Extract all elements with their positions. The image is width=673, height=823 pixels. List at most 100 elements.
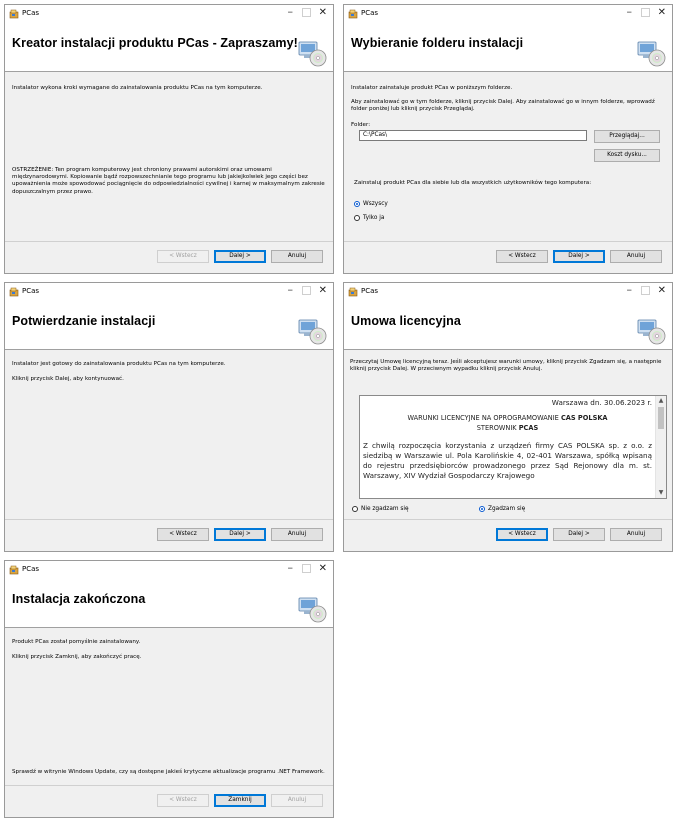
back-button[interactable]: < Wstecz bbox=[496, 250, 548, 263]
ready-text: Instalator jest gotowy do zainstalowania… bbox=[12, 361, 226, 367]
wizard-header: Kreator instalacji produktu PCas - Zapra… bbox=[5, 23, 333, 72]
maximize-icon[interactable] bbox=[302, 564, 311, 573]
cancel-button[interactable]: Anuluj bbox=[271, 250, 323, 263]
license-content: Warszawa dn. 30.06.2023 r. WARUNKI LICEN… bbox=[363, 398, 652, 481]
intro-text: Instalator wykona kroki wymagane do zain… bbox=[12, 85, 263, 91]
minimize-icon[interactable]: – bbox=[627, 283, 633, 296]
success-text: Produkt PCas został pomyślnie zainstalow… bbox=[12, 639, 141, 645]
maximize-icon[interactable] bbox=[641, 286, 650, 295]
radio-disagree[interactable]: Nie zgadzam się bbox=[352, 505, 409, 513]
license-heading-c: STEROWNIK bbox=[476, 423, 517, 432]
title-bar[interactable]: PCas – ✕ bbox=[344, 5, 672, 23]
minimize-icon[interactable]: – bbox=[288, 561, 294, 574]
next-button[interactable]: Dalej > bbox=[214, 528, 266, 541]
wizard-header: Wybieranie folderu instalacji bbox=[344, 23, 672, 72]
minimize-icon[interactable]: – bbox=[288, 5, 294, 18]
wizard-body: Instalator wykona kroki wymagane do zain… bbox=[5, 73, 333, 242]
title-bar[interactable]: PCas – ✕ bbox=[344, 283, 672, 301]
close-icon[interactable]: ✕ bbox=[658, 7, 666, 18]
cancel-button[interactable]: Anuluj bbox=[271, 528, 323, 541]
title-bar[interactable]: PCas – ✕ bbox=[5, 561, 333, 579]
window-title: PCas bbox=[361, 9, 379, 17]
cd-install-icon bbox=[637, 41, 666, 67]
page-title: Umowa licencyjna bbox=[351, 314, 461, 328]
folder-info-text: Instalator zainstaluje produkt PCas w po… bbox=[351, 85, 513, 91]
wizard-footer: < Wstecz Dalej > Anuluj bbox=[344, 519, 672, 551]
page-title: Kreator instalacji produktu PCas - Zapra… bbox=[12, 36, 298, 50]
close-icon[interactable]: ✕ bbox=[658, 285, 666, 296]
license-text-box[interactable]: Warszawa dn. 30.06.2023 r. WARUNKI LICEN… bbox=[359, 395, 667, 499]
window-title: PCas bbox=[361, 287, 379, 295]
cancel-button[interactable]: Anuluj bbox=[610, 250, 662, 263]
radio-just-me[interactable]: Tylko ja bbox=[354, 214, 384, 222]
pcas-setup-icon bbox=[9, 287, 19, 297]
folder-label: Folder: bbox=[351, 122, 371, 128]
license-dialog: PCas – ✕ Umowa licencyjna Przeczytaj Umo… bbox=[343, 282, 673, 552]
close-icon[interactable]: ✕ bbox=[319, 563, 327, 574]
folder-dialog: PCas – ✕ Wybieranie folderu instalacji I… bbox=[343, 4, 673, 274]
disk-cost-button[interactable]: Koszt dysku... bbox=[594, 149, 660, 162]
cancel-button[interactable]: Anuluj bbox=[271, 794, 323, 807]
page-title: Instalacja zakończona bbox=[12, 592, 146, 606]
back-button[interactable]: < Wstecz bbox=[157, 794, 209, 807]
window-title: PCas bbox=[22, 287, 40, 295]
cancel-button[interactable]: Anuluj bbox=[610, 528, 662, 541]
license-heading-d: PCAS bbox=[518, 423, 539, 432]
browse-button[interactable]: Przeglądaj... bbox=[594, 130, 660, 143]
license-scrollbar[interactable]: ▲ ▼ bbox=[655, 396, 666, 498]
wizard-body: Przeczytaj Umowę licencyjną teraz. Jeśli… bbox=[344, 351, 672, 520]
folder-path-input[interactable]: C:\PCas\ bbox=[359, 130, 587, 141]
radio-agree-label: Zgadzam się bbox=[488, 506, 526, 512]
radio-empty-icon bbox=[354, 214, 360, 221]
wizard-footer: < Wstecz Dalej > Anuluj bbox=[5, 519, 333, 551]
finish-dialog: PCas – ✕ Instalacja zakończona Produkt P… bbox=[4, 560, 334, 818]
wizard-body: Instalator zainstaluje produkt PCas w po… bbox=[344, 73, 672, 242]
scroll-thumb[interactable] bbox=[658, 407, 664, 429]
confirm-dialog: PCas – ✕ Potwierdzanie instalacji Instal… bbox=[4, 282, 334, 552]
next-button[interactable]: Dalej > bbox=[553, 528, 605, 541]
maximize-icon[interactable] bbox=[302, 286, 311, 295]
radio-all-users[interactable]: Wszyscy bbox=[354, 200, 388, 208]
welcome-dialog: PCas – ✕ Kreator instalacji produktu PCa… bbox=[4, 4, 334, 274]
next-button[interactable]: Dalej > bbox=[214, 250, 266, 263]
license-body: Z chwilą rozpoczęcia korzystania z urząd… bbox=[363, 441, 652, 480]
folder-instructions: Aby zainstalować go w tym folderze, klik… bbox=[351, 99, 655, 113]
radio-agree[interactable]: Zgadzam się bbox=[479, 505, 525, 513]
radio-disagree-label: Nie zgadzam się bbox=[361, 506, 409, 512]
cd-install-icon bbox=[637, 319, 666, 345]
cd-install-icon bbox=[298, 41, 327, 67]
minimize-icon[interactable]: – bbox=[627, 5, 633, 18]
maximize-icon[interactable] bbox=[641, 8, 650, 17]
continue-text: Kliknij przycisk Dalej, aby kontynuować. bbox=[12, 376, 124, 382]
title-bar[interactable]: PCas – ✕ bbox=[5, 283, 333, 301]
back-button[interactable]: < Wstecz bbox=[496, 528, 548, 541]
close-icon[interactable]: ✕ bbox=[319, 285, 327, 296]
radio-all-label: Wszyscy bbox=[363, 201, 388, 207]
close-icon[interactable]: ✕ bbox=[319, 7, 327, 18]
radio-me-label: Tylko ja bbox=[363, 215, 385, 221]
cd-install-icon bbox=[298, 319, 327, 345]
license-intro: Przeczytaj Umowę licencyjną teraz. Jeśli… bbox=[350, 359, 662, 373]
window-title: PCas bbox=[22, 9, 40, 17]
next-button[interactable]: Dalej > bbox=[553, 250, 605, 263]
license-date: Warszawa dn. 30.06.2023 r. bbox=[551, 398, 652, 407]
title-bar[interactable]: PCas – ✕ bbox=[5, 5, 333, 23]
wizard-body: Instalator jest gotowy do zainstalowania… bbox=[5, 351, 333, 520]
wizard-header: Instalacja zakończona bbox=[5, 579, 333, 628]
page-title: Potwierdzanie instalacji bbox=[12, 314, 156, 328]
pcas-setup-icon bbox=[9, 9, 19, 19]
radio-selected-icon bbox=[479, 505, 485, 512]
license-heading-a: WARUNKI LICENCYJNE NA OPROGRAMOWANIE bbox=[407, 413, 559, 422]
minimize-icon[interactable]: – bbox=[288, 283, 294, 296]
back-button[interactable]: < Wstecz bbox=[157, 250, 209, 263]
wizard-body: Produkt PCas został pomyślnie zainstalow… bbox=[5, 629, 333, 786]
scroll-up-icon[interactable]: ▲ bbox=[656, 396, 666, 406]
close-button[interactable]: Zamknij bbox=[214, 794, 266, 807]
scroll-down-icon[interactable]: ▼ bbox=[656, 488, 666, 498]
wizard-footer: < Wstecz Zamknij Anuluj bbox=[5, 785, 333, 817]
radio-empty-icon bbox=[352, 505, 358, 512]
users-prompt: Zainstaluj produkt PCas dla siebie lub d… bbox=[354, 180, 592, 186]
back-button[interactable]: < Wstecz bbox=[157, 528, 209, 541]
update-note: Sprawdź w witrynie Windows Update, czy s… bbox=[12, 769, 325, 775]
maximize-icon[interactable] bbox=[302, 8, 311, 17]
